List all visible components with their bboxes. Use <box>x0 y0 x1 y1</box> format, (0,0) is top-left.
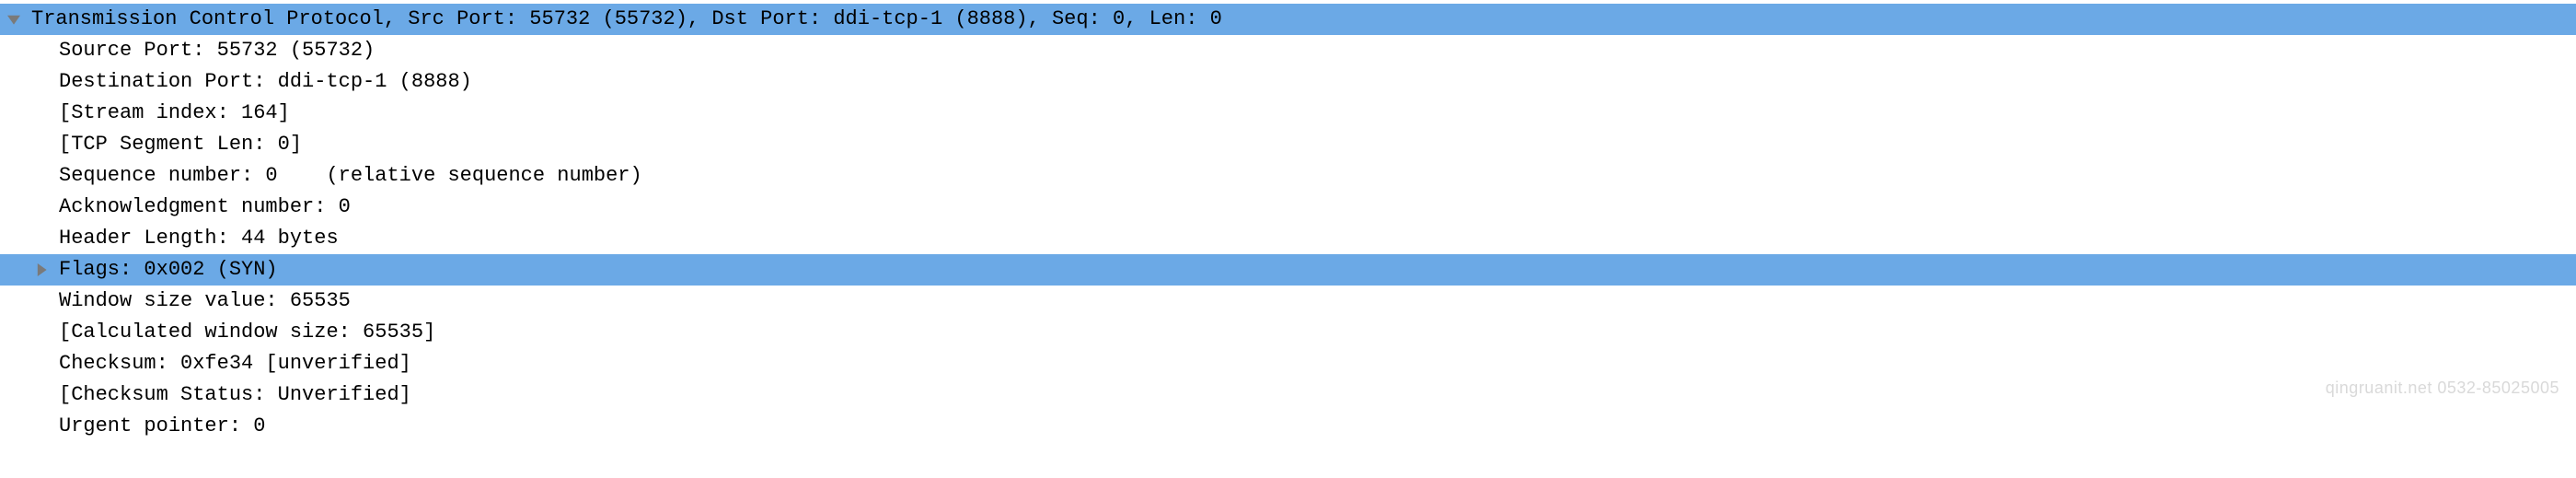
urgent-pointer-row[interactable]: Urgent pointer: 0 <box>0 411 2576 442</box>
calc-window-size-text: [Calculated window size: 65535] <box>55 317 435 348</box>
packet-details-tree: Transmission Control Protocol, Src Port:… <box>0 0 2576 442</box>
source-port-text: Source Port: 55732 (55732) <box>55 35 375 66</box>
checksum-row[interactable]: Checksum: 0xfe34 [unverified] <box>0 348 2576 379</box>
checksum-text: Checksum: 0xfe34 [unverified] <box>55 348 411 379</box>
ack-number-row[interactable]: Acknowledgment number: 0 <box>0 192 2576 223</box>
sequence-number-row[interactable]: Sequence number: 0 (relative sequence nu… <box>0 160 2576 192</box>
expand-icon[interactable] <box>28 263 55 276</box>
destination-port-row[interactable]: Destination Port: ddi-tcp-1 (8888) <box>0 66 2576 98</box>
collapse-icon[interactable] <box>0 13 28 26</box>
destination-port-text: Destination Port: ddi-tcp-1 (8888) <box>55 66 472 98</box>
window-size-row[interactable]: Window size value: 65535 <box>0 286 2576 317</box>
calc-window-size-row[interactable]: [Calculated window size: 65535] <box>0 317 2576 348</box>
watermark-text: qingruanit.net 0532-85025005 <box>2326 376 2559 402</box>
window-size-text: Window size value: 65535 <box>55 286 351 317</box>
source-port-row[interactable]: Source Port: 55732 (55732) <box>0 35 2576 66</box>
flags-row[interactable]: Flags: 0x002 (SYN) <box>0 254 2576 286</box>
flags-text: Flags: 0x002 (SYN) <box>55 254 278 286</box>
checksum-status-row[interactable]: [Checksum Status: Unverified] <box>0 379 2576 411</box>
tcp-header-row[interactable]: Transmission Control Protocol, Src Port:… <box>0 4 2576 35</box>
tcp-header-text: Transmission Control Protocol, Src Port:… <box>28 4 1222 35</box>
tcp-segment-len-row[interactable]: [TCP Segment Len: 0] <box>0 129 2576 160</box>
header-length-text: Header Length: 44 bytes <box>55 223 339 254</box>
tcp-segment-len-text: [TCP Segment Len: 0] <box>55 129 302 160</box>
stream-index-row[interactable]: [Stream index: 164] <box>0 98 2576 129</box>
checksum-status-text: [Checksum Status: Unverified] <box>55 379 411 411</box>
urgent-pointer-text: Urgent pointer: 0 <box>55 411 265 442</box>
header-length-row[interactable]: Header Length: 44 bytes <box>0 223 2576 254</box>
ack-number-text: Acknowledgment number: 0 <box>55 192 351 223</box>
stream-index-text: [Stream index: 164] <box>55 98 290 129</box>
sequence-number-text: Sequence number: 0 (relative sequence nu… <box>55 160 642 192</box>
